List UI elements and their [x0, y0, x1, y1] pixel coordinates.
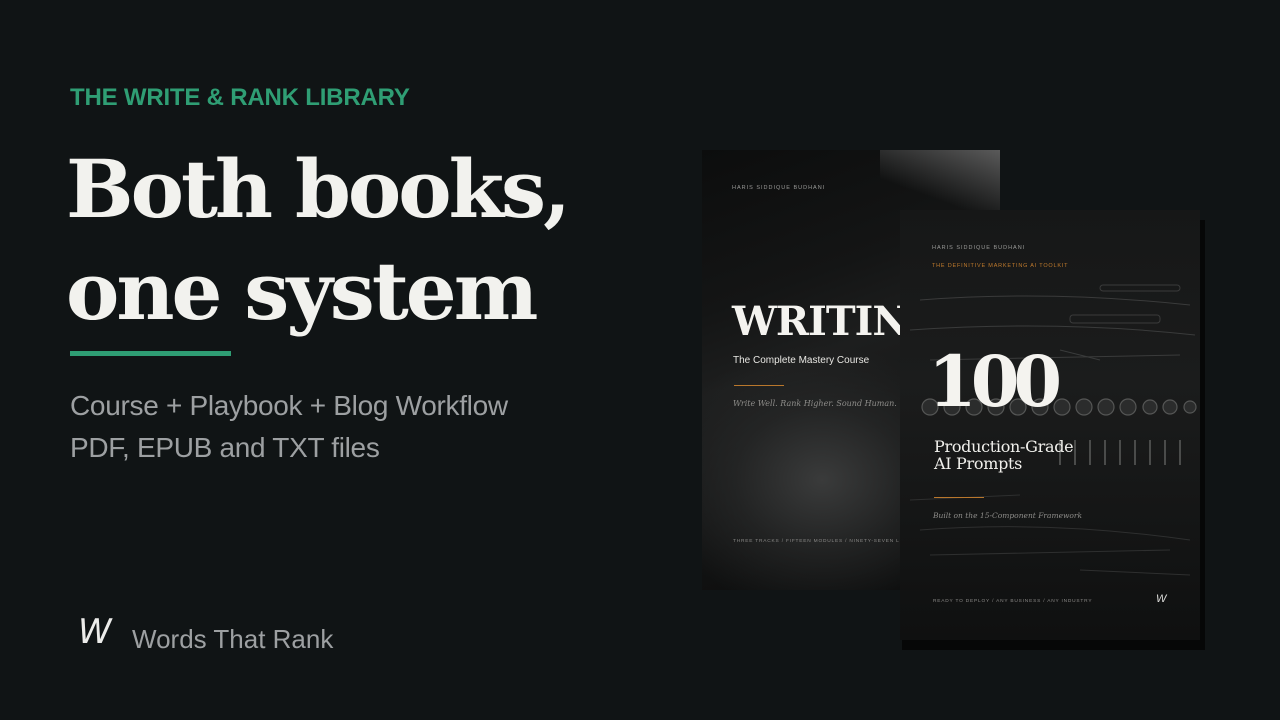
- cover-light-shade: [880, 150, 1000, 210]
- headline-line-2: one system: [66, 244, 538, 338]
- book-logo-icon: W: [1156, 593, 1167, 605]
- book-subtitle: The Complete Mastery Course: [733, 355, 870, 366]
- subline-formats: PDF, EPUB and TXT files: [70, 432, 380, 463]
- headline: Both books, one system: [66, 138, 571, 342]
- book-tagline: Write Well. Rank Higher. Sound Human.: [733, 399, 897, 408]
- book-title-line-2: AI Prompts: [934, 454, 1023, 473]
- eyebrow-label: THE WRITE & RANK LIBRARY: [70, 84, 410, 111]
- book-title-line-1: Production-Grade: [934, 437, 1074, 456]
- accent-divider: [70, 351, 231, 356]
- subline-course: Course + Playbook + Blog Workflow: [70, 390, 508, 421]
- brand-name: Words That Rank: [132, 624, 334, 654]
- book-number: 100: [928, 340, 1062, 423]
- book-author: HARIS SIDDIQUE BUDHANI: [732, 185, 826, 191]
- book-tagline: Built on the 15-Component Framework: [933, 511, 1083, 520]
- book-footer: THREE TRACKS / FIFTEEN MODULES / NINETY-…: [733, 539, 925, 544]
- book-kicker: THE DEFINITIVE MARKETING AI TOOLKIT: [932, 263, 1069, 269]
- book-title: Production-Grade AI Prompts: [934, 437, 1074, 473]
- gold-divider: [734, 385, 784, 386]
- gold-divider: [934, 497, 984, 498]
- headline-line-1: Both books,: [66, 142, 571, 236]
- book-footer: READY TO DEPLOY / ANY BUSINESS / ANY IND…: [933, 599, 1093, 604]
- book-cover-prompts: HARIS SIDDIQUE BUDHANI THE DEFINITIVE MA…: [900, 210, 1200, 640]
- tools-texture: [909, 284, 1197, 576]
- book-author: HARIS SIDDIQUE BUDHANI: [932, 245, 1026, 251]
- brand-logo-icon: W: [78, 612, 112, 652]
